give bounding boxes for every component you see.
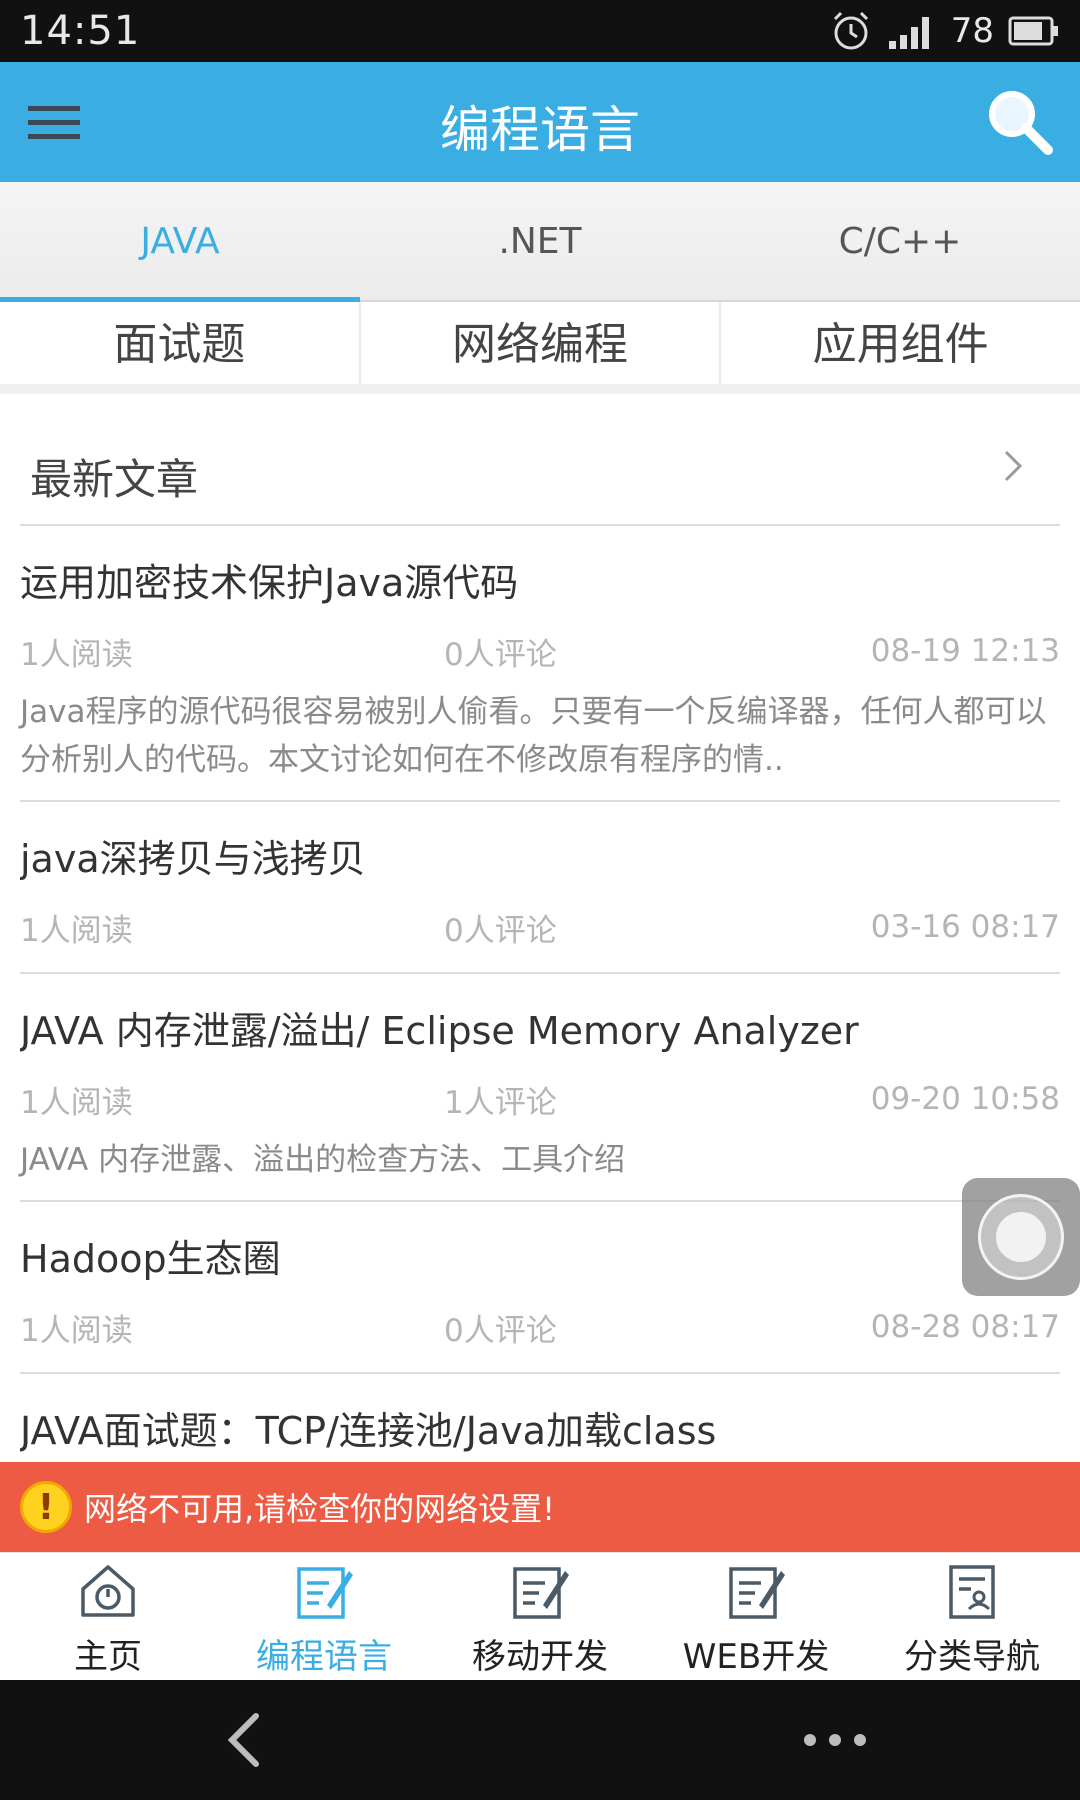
comment-count: 1人评论 — [444, 1084, 557, 1121]
article-summary: JAVA 内存泄露、溢出的检查方法、工具介绍 — [20, 1142, 626, 1178]
nav-label: 主页 — [74, 1637, 142, 1677]
subcategory-interview[interactable]: 面试题 — [0, 302, 361, 384]
nav-item-home[interactable]: 主页 — [0, 1553, 216, 1680]
subcategory-network[interactable]: 网络编程 — [361, 302, 722, 384]
article-date: 08-19 12:13 — [870, 633, 1060, 669]
read-count: 1人阅读 — [20, 1312, 133, 1349]
network-error-banner[interactable]: ! 网络不可用,请检查你的网络设置! — [0, 1462, 1080, 1552]
status-icons: 78 — [829, 8, 1060, 54]
subcategory-bar: 面试题 网络编程 应用组件 — [0, 302, 1080, 394]
back-icon[interactable] — [218, 1710, 278, 1770]
article-date: 09-20 10:58 — [870, 1081, 1060, 1117]
category-doc-icon — [949, 1565, 995, 1619]
chevron-right-icon — [1004, 450, 1023, 482]
subcategory-components[interactable]: 应用组件 — [721, 302, 1080, 384]
status-bar: 14:51 78 — [0, 0, 1080, 62]
read-count: 1人阅读 — [20, 636, 133, 673]
article-list: 运用加密技术保护Java源代码 1人阅读 0人评论 08-19 12:13 Ja… — [20, 526, 1060, 1474]
article-meta: 1人阅读 0人评论 08-19 12:13 — [20, 626, 1060, 676]
status-time: 14:51 — [20, 8, 141, 54]
signal-icon — [888, 17, 929, 49]
nav-label: 分类导航 — [904, 1637, 1040, 1677]
article-title: 运用加密技术保护Java源代码 — [20, 561, 519, 605]
home-icon — [81, 1565, 135, 1617]
page-title: 编程语言 — [440, 101, 640, 159]
article-date: 03-16 08:17 — [870, 909, 1060, 945]
list-item[interactable]: JAVA 内存泄露/溢出/ Eclipse Memory Analyzer 1人… — [20, 974, 1060, 1202]
list-item[interactable]: Hadoop生态圈 1人阅读 0人评论 08-28 08:17 — [20, 1202, 1060, 1374]
warning-icon: ! — [20, 1481, 72, 1533]
article-date: 08-28 08:17 — [870, 1309, 1060, 1345]
edit-note-icon — [297, 1567, 353, 1619]
comment-count: 0人评论 — [444, 636, 557, 673]
alarm-icon — [833, 11, 868, 50]
battery-level: 78 — [950, 11, 994, 51]
read-count: 1人阅读 — [20, 912, 133, 949]
edit-note-icon — [729, 1567, 785, 1619]
article-summary: Java程序的源代码很容易被别人偷看。只要有一个反编译器，任何人都可以分析别人的… — [20, 694, 1047, 778]
more-options-icon[interactable] — [800, 1720, 870, 1760]
list-item[interactable]: 运用加密技术保护Java源代码 1人阅读 0人评论 08-19 12:13 Ja… — [20, 526, 1060, 802]
bottom-navigation: 主页 编程语言 移动开发 WEB开发 分类导航 — [0, 1552, 1080, 1680]
system-navigation-bar — [0, 1680, 1080, 1800]
assistive-dot-icon — [996, 1212, 1046, 1262]
edit-note-icon — [513, 1567, 569, 1619]
nav-item-web-dev[interactable]: WEB开发 — [648, 1553, 864, 1680]
article-title: Hadoop生态圈 — [20, 1237, 281, 1281]
nav-item-categories[interactable]: 分类导航 — [864, 1553, 1080, 1680]
article-title: JAVA面试题：TCP/连接池/Java加载class — [20, 1409, 717, 1453]
nav-label: 编程语言 — [256, 1637, 392, 1677]
tab-cpp[interactable]: C/C++ — [720, 182, 1080, 300]
article-meta: 1人阅读 1人评论 09-20 10:58 — [20, 1074, 1060, 1124]
section-title: 最新文章 — [30, 455, 199, 504]
article-title: JAVA 内存泄露/溢出/ Eclipse Memory Analyzer — [20, 1009, 859, 1053]
comment-count: 0人评论 — [444, 912, 557, 949]
list-item[interactable]: JAVA面试题：TCP/连接池/Java加载class — [20, 1374, 1060, 1474]
article-meta: 1人阅读 0人评论 03-16 08:17 — [20, 902, 1060, 952]
tab-java[interactable]: JAVA — [0, 182, 360, 302]
language-tabs: JAVA .NET C/C++ — [0, 182, 1080, 302]
search-icon[interactable] — [982, 84, 1058, 160]
network-error-text: 网络不可用,请检查你的网络设置! — [84, 1490, 556, 1528]
nav-label: WEB开发 — [682, 1637, 830, 1677]
app-bar: 编程语言 — [0, 62, 1080, 182]
nav-label: 移动开发 — [472, 1637, 608, 1677]
floating-assistive-button[interactable] — [962, 1178, 1080, 1296]
article-title: java深拷贝与浅拷贝 — [20, 837, 366, 881]
latest-articles-header[interactable]: 最新文章 — [20, 404, 1060, 526]
read-count: 1人阅读 — [20, 1084, 133, 1121]
list-item[interactable]: java深拷贝与浅拷贝 1人阅读 0人评论 03-16 08:17 — [20, 802, 1060, 974]
battery-icon — [1008, 16, 1058, 46]
comment-count: 0人评论 — [444, 1312, 557, 1349]
article-meta: 1人阅读 0人评论 08-28 08:17 — [20, 1302, 1060, 1352]
nav-item-programming[interactable]: 编程语言 — [216, 1553, 432, 1680]
nav-item-mobile-dev[interactable]: 移动开发 — [432, 1553, 648, 1680]
tab-dotnet[interactable]: .NET — [360, 182, 720, 300]
